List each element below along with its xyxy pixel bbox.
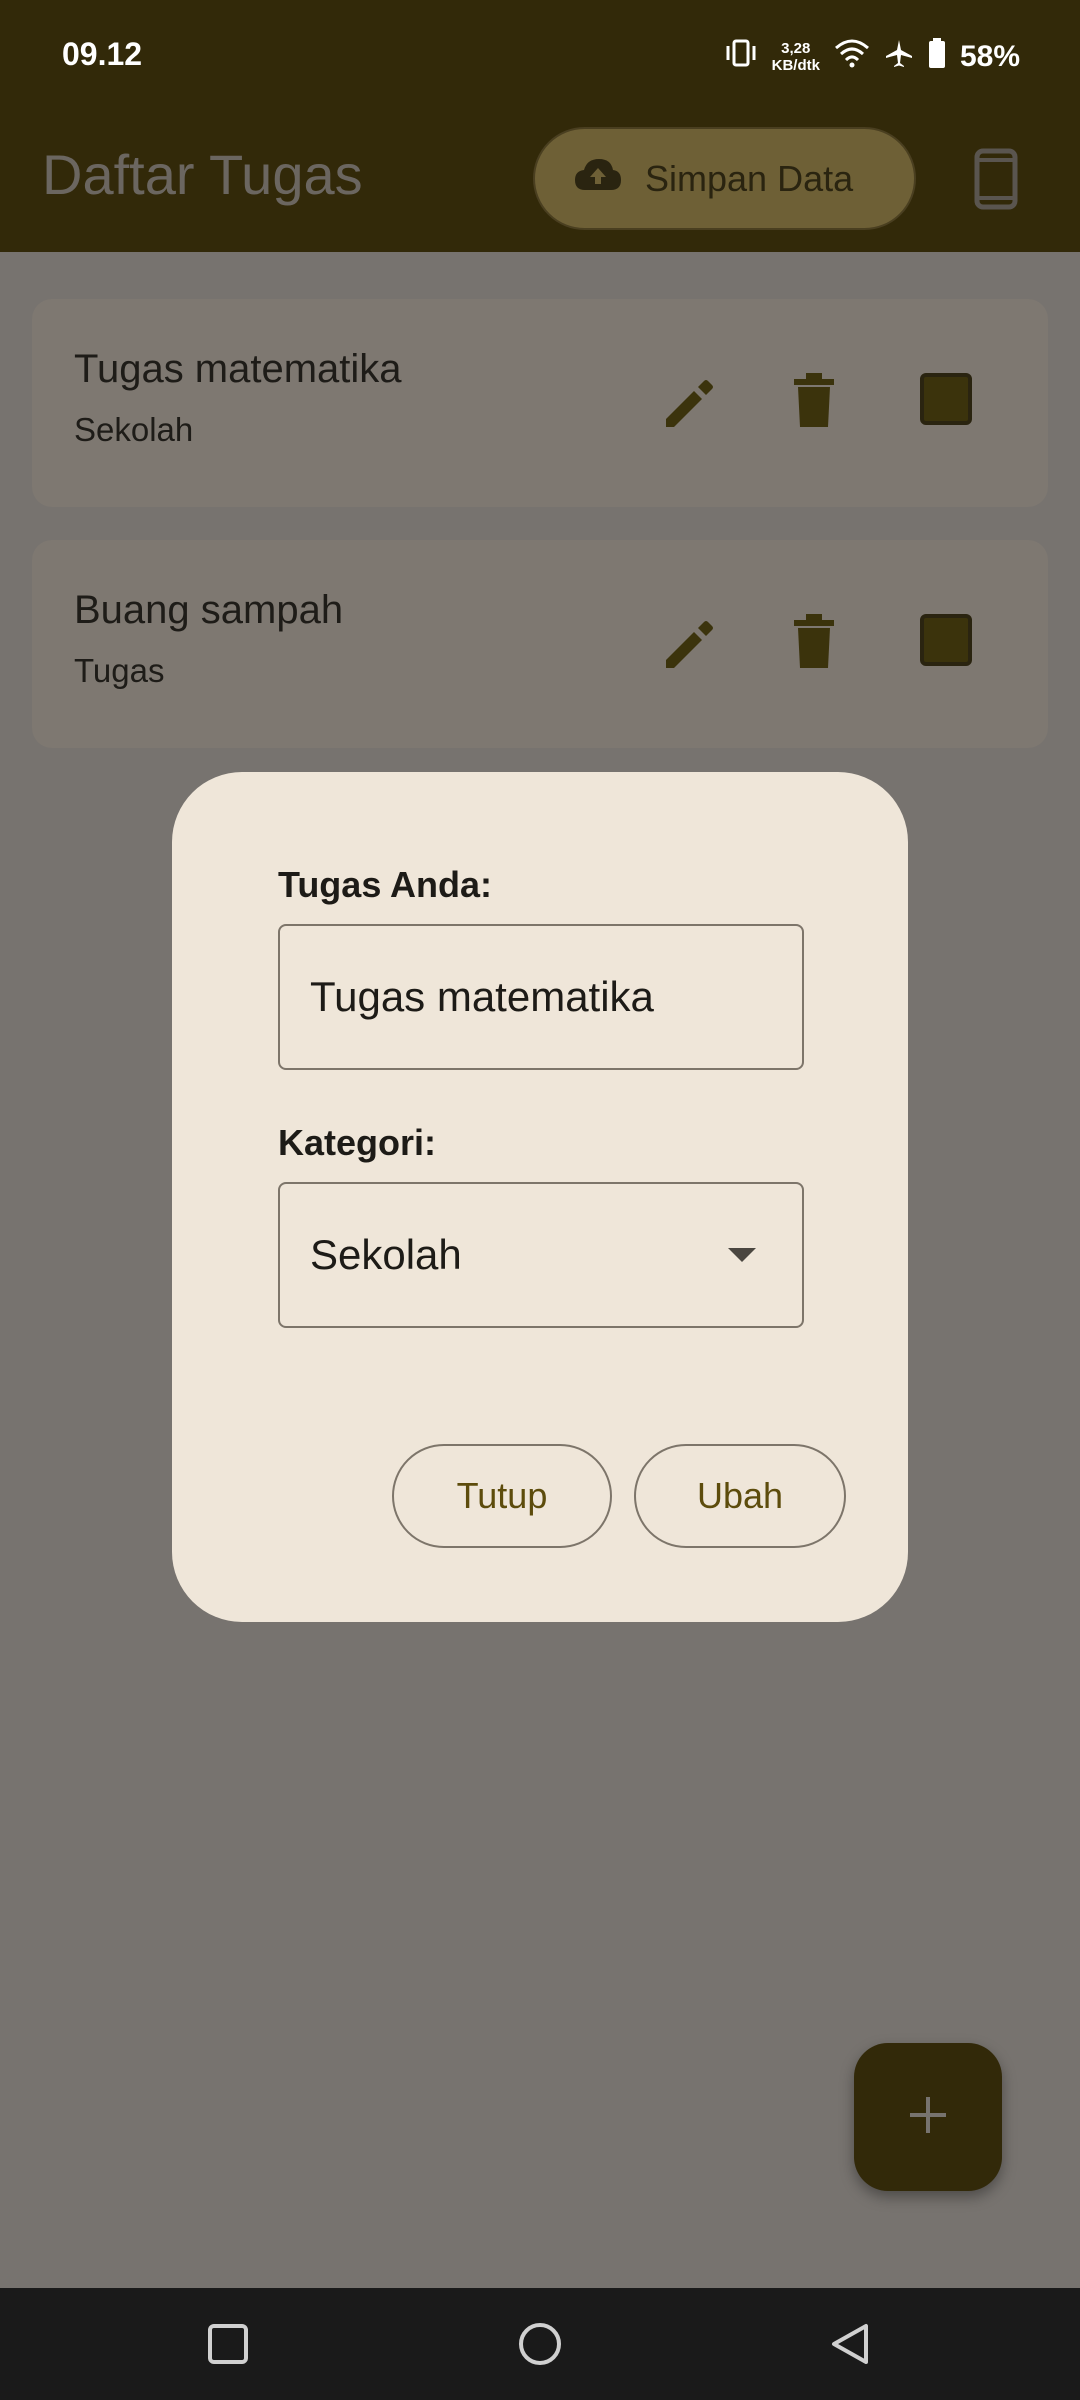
edit-icon[interactable] [662,616,718,672]
battery-percent: 58% [959,40,1020,73]
status-icons: 3,28 KB/dtk 58% [724,38,1020,76]
save-data-button[interactable]: Simpan Data [533,127,916,230]
category-dropdown[interactable]: Sekolah [278,1182,804,1328]
delete-icon[interactable] [792,614,836,670]
vibrate-icon [724,38,758,76]
net-speed: 3,28 KB/dtk [772,40,820,74]
net-speed-value: 3,28 [781,40,811,57]
app-bar: Daftar Tugas Simpan Data [0,118,1080,252]
navigation-bar [0,2288,1080,2400]
battery-icon [928,38,946,76]
dropdown-arrow-icon [728,1248,756,1262]
task-input[interactable]: Tugas matematika [278,924,804,1070]
status-time: 09.12 [62,36,143,72]
task-card[interactable]: Tugas matematika Sekolah [32,299,1048,507]
edit-task-dialog: Tugas Anda: Tugas matematika Kategori: S… [172,772,908,1622]
cloud-upload-icon [573,156,623,201]
task-field-label: Tugas Anda: [278,864,492,905]
delete-icon[interactable] [792,373,836,429]
task-card[interactable]: Buang sampah Tugas [32,540,1048,748]
category-selected-value: Sekolah [310,1231,462,1278]
task-checkbox[interactable] [920,373,972,425]
task-title: Buang sampah [74,588,344,632]
plus-icon [908,2095,948,2140]
page-title: Daftar Tugas [42,143,363,206]
task-checkbox[interactable] [920,614,972,666]
task-category: Sekolah [74,411,194,448]
status-bar: 09.12 3,28 KB/dtk 58% [0,0,1080,118]
net-speed-unit: KB/dtk [771,57,820,74]
airplane-icon [884,38,914,76]
task-input-value: Tugas matematika [310,973,654,1020]
phone-icon[interactable] [972,148,1022,210]
task-title: Tugas matematika [74,347,402,391]
save-data-label: Simpan Data [645,157,854,199]
task-category: Tugas [74,652,165,689]
close-button[interactable]: Tutup [392,1444,612,1548]
back-icon[interactable] [826,2320,874,2368]
category-field-label: Kategori: [278,1122,437,1163]
wifi-icon [834,38,870,76]
add-task-button[interactable] [854,2043,1002,2191]
edit-icon[interactable] [662,375,718,431]
recent-apps-icon[interactable] [204,2320,252,2368]
home-icon[interactable] [516,2320,564,2368]
update-button[interactable]: Ubah [634,1444,846,1548]
